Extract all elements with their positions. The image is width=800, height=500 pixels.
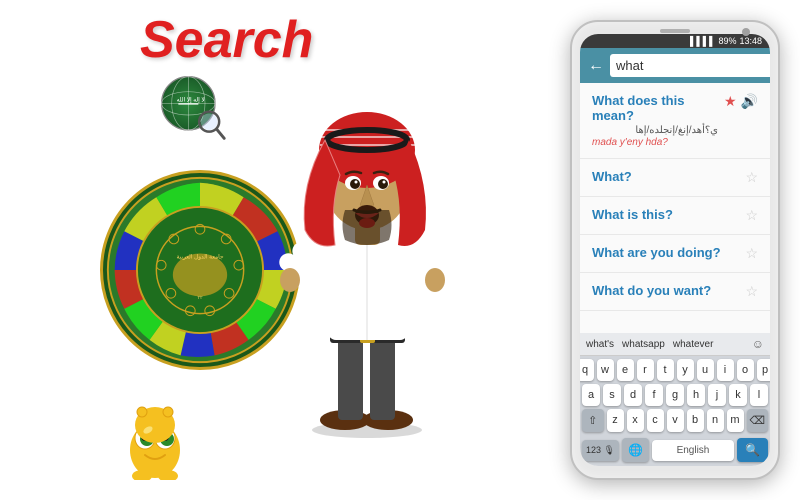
key-d[interactable]: d bbox=[624, 384, 642, 406]
suggest-whatever[interactable]: whatever bbox=[673, 339, 714, 350]
key-p[interactable]: p bbox=[757, 359, 771, 381]
time-text: 13:48 bbox=[739, 36, 762, 46]
key-z[interactable]: z bbox=[607, 409, 624, 432]
key-i[interactable]: i bbox=[717, 359, 734, 381]
key-s[interactable]: s bbox=[603, 384, 621, 406]
svg-text:٢٢: ٢٢ bbox=[197, 295, 203, 301]
keyboard-rows: q w e r t y u i o p a s d bbox=[580, 356, 770, 438]
result-content: What is this? bbox=[592, 207, 739, 222]
phone-mockup: ▌▌▌▌ 89% 13:48 ← ✕ What does this mean? … bbox=[570, 20, 780, 480]
svg-text:لا إله إلا الله: لا إله إلا الله bbox=[177, 97, 205, 104]
key-e[interactable]: e bbox=[617, 359, 634, 381]
key-row-3: ⇧ z x c v b n m ⌫ bbox=[582, 409, 768, 432]
key-shift[interactable]: ⇧ bbox=[582, 409, 604, 432]
keyboard-bottom-row: 123 🎙 🌐 English 🔍 bbox=[580, 438, 770, 466]
key-f[interactable]: f bbox=[645, 384, 663, 406]
star-icon[interactable]: ☆ bbox=[745, 283, 758, 300]
mascot-character bbox=[270, 55, 470, 455]
page-title: Search bbox=[140, 10, 313, 70]
key-space[interactable]: English bbox=[652, 440, 734, 461]
suggest-whatsapp[interactable]: whatsapp bbox=[622, 339, 665, 350]
key-j[interactable]: j bbox=[708, 384, 726, 406]
result-item[interactable]: What is this? ☆ bbox=[580, 197, 770, 235]
result-content: What does this mean? ي؟أهد/إنغ/إنجلده/إه… bbox=[592, 93, 718, 148]
emoji-button[interactable]: ☺ bbox=[752, 337, 764, 351]
result-content: What are you doing? bbox=[592, 245, 739, 260]
star-icon[interactable]: ☆ bbox=[745, 245, 758, 262]
result-transliteration: mada y'eny hda? bbox=[592, 137, 718, 148]
key-m[interactable]: m bbox=[727, 409, 744, 432]
phone-screen: ▌▌▌▌ 89% 13:48 ← ✕ What does this mean? … bbox=[580, 34, 770, 466]
creature-mascot bbox=[120, 400, 190, 480]
key-l[interactable]: l bbox=[750, 384, 768, 406]
star-icon[interactable]: ☆ bbox=[745, 207, 758, 224]
result-item[interactable]: What does this mean? ي؟أهد/إنغ/إنجلده/إه… bbox=[580, 83, 770, 159]
key-g[interactable]: g bbox=[666, 384, 684, 406]
key-row-1: q w e r t y u i o p bbox=[582, 359, 768, 381]
key-search[interactable]: 🔍 bbox=[737, 438, 768, 462]
key-q[interactable]: q bbox=[580, 359, 594, 381]
key-row-2: a s d f g h j k l bbox=[582, 384, 768, 406]
phone-camera bbox=[742, 28, 750, 36]
key-t[interactable]: t bbox=[657, 359, 674, 381]
result-item[interactable]: What are you doing? ☆ bbox=[580, 235, 770, 273]
key-b[interactable]: b bbox=[687, 409, 704, 432]
key-r[interactable]: r bbox=[637, 359, 654, 381]
result-title: What are you doing? bbox=[592, 245, 739, 260]
result-content: What? bbox=[592, 169, 739, 184]
result-title: What does this mean? bbox=[592, 93, 718, 123]
key-y[interactable]: y bbox=[677, 359, 694, 381]
back-button[interactable]: ← bbox=[588, 57, 604, 75]
globe-icon-area: لا إله إلا الله bbox=[155, 70, 245, 160]
svg-text:جامعة الدول العربية: جامعة الدول العربية bbox=[177, 253, 224, 260]
result-content: What do you want? bbox=[592, 283, 739, 298]
key-u[interactable]: u bbox=[697, 359, 714, 381]
keyboard-area: what's whatsapp whatever ☺ q w e r t y u bbox=[580, 333, 770, 466]
search-input[interactable] bbox=[610, 54, 770, 77]
suggest-whats[interactable]: what's bbox=[586, 339, 614, 350]
key-x[interactable]: x bbox=[627, 409, 644, 432]
phone-search-bar[interactable]: ← ✕ bbox=[580, 48, 770, 83]
result-title: What is this? bbox=[592, 207, 739, 222]
key-h[interactable]: h bbox=[687, 384, 705, 406]
signal-icon: ▌▌▌▌ bbox=[690, 36, 716, 46]
key-v[interactable]: v bbox=[667, 409, 684, 432]
result-arabic: ي؟أهد/إنغ/إنجلده/إها bbox=[592, 125, 718, 136]
key-a[interactable]: a bbox=[582, 384, 600, 406]
key-n[interactable]: n bbox=[707, 409, 724, 432]
status-bar: ▌▌▌▌ 89% 13:48 bbox=[580, 34, 770, 48]
key-w[interactable]: w bbox=[597, 359, 614, 381]
results-list: What does this mean? ي؟أهد/إنغ/إنجلده/إه… bbox=[580, 83, 770, 333]
battery-text: 89% bbox=[718, 36, 736, 46]
key-k[interactable]: k bbox=[729, 384, 747, 406]
result-title: What? bbox=[592, 169, 739, 184]
audio-icon[interactable]: 🔊 bbox=[741, 93, 758, 110]
key-o[interactable]: o bbox=[737, 359, 754, 381]
result-item[interactable]: What do you want? ☆ bbox=[580, 273, 770, 311]
keyboard-suggestions: what's whatsapp whatever ☺ bbox=[580, 333, 770, 356]
key-globe[interactable]: 🌐 bbox=[622, 438, 649, 462]
star-icon[interactable]: ★ bbox=[724, 93, 737, 110]
key-c[interactable]: c bbox=[647, 409, 664, 432]
result-title: What do you want? bbox=[592, 283, 739, 298]
phone-speaker bbox=[660, 29, 690, 33]
result-item[interactable]: What? ☆ bbox=[580, 159, 770, 197]
star-icon[interactable]: ☆ bbox=[745, 169, 758, 186]
key-backspace[interactable]: ⌫ bbox=[747, 409, 769, 432]
key-numeric[interactable]: 123 🎙 bbox=[582, 440, 619, 461]
